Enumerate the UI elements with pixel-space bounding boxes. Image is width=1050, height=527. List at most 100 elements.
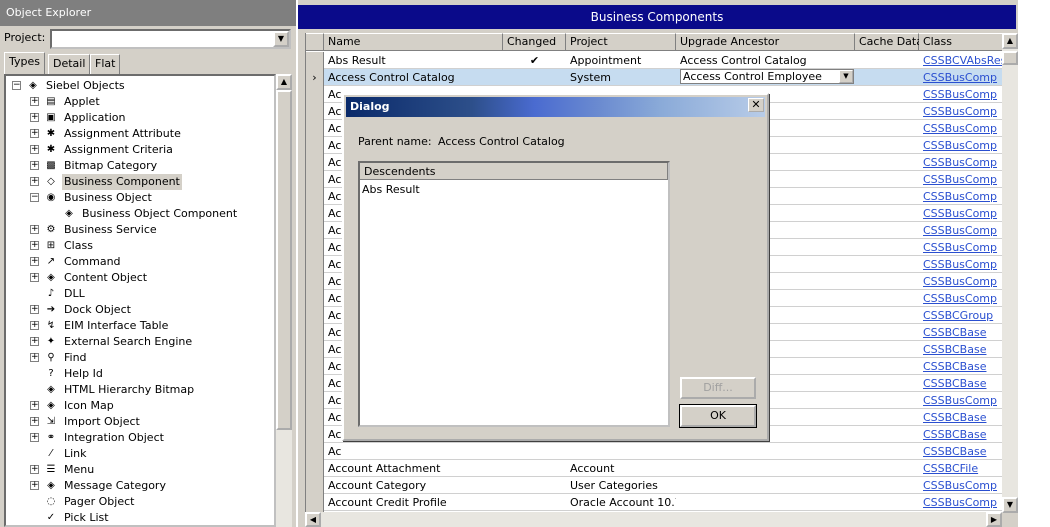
cell-class[interactable]: CSSBusComp xyxy=(919,205,1002,222)
expand-icon[interactable]: + xyxy=(30,433,39,442)
table-row[interactable]: Account Category User Categories CSSBusCom… xyxy=(306,477,1002,494)
expand-icon[interactable]: + xyxy=(30,257,39,266)
row-selector[interactable] xyxy=(306,375,324,392)
tree-node[interactable]: + ▤ Applet xyxy=(6,94,274,110)
row-selector[interactable] xyxy=(306,52,324,69)
tree-node[interactable]: + ⊞ Class xyxy=(6,238,274,254)
row-selector[interactable] xyxy=(306,358,324,375)
row-selector[interactable] xyxy=(306,324,324,341)
cell-class[interactable]: CSSBCBase xyxy=(919,443,1002,460)
row-selector[interactable] xyxy=(306,494,324,511)
row-selector[interactable] xyxy=(306,205,324,222)
row-selector[interactable] xyxy=(306,171,324,188)
chevron-down-icon[interactable]: ▼ xyxy=(273,31,289,47)
table-row[interactable]: Abs Result ✔ Appointment Access Control Cat… xyxy=(306,52,1002,69)
collapse-icon[interactable]: − xyxy=(30,193,39,202)
row-selector[interactable] xyxy=(306,239,324,256)
tab-types[interactable]: Types xyxy=(4,52,45,74)
table-row[interactable]: Account Attachment Account CSSBCFile xyxy=(306,460,1002,477)
scroll-right-icon[interactable]: ▶ xyxy=(986,512,1002,527)
expand-icon[interactable]: + xyxy=(30,321,39,330)
tree-node[interactable]: + ⚙ Business Service xyxy=(6,222,274,238)
row-selector[interactable] xyxy=(306,137,324,154)
cell-class[interactable]: CSSBCGroup xyxy=(919,307,1002,324)
expand-icon[interactable]: + xyxy=(30,273,39,282)
tree-node[interactable]: + ↯ EIM Interface Table xyxy=(6,318,274,334)
collapse-icon[interactable]: − xyxy=(12,81,21,90)
expand-icon[interactable]: + xyxy=(30,129,39,138)
cell-class[interactable]: CSSBusComp xyxy=(919,256,1002,273)
tree-node[interactable]: ◌ Pager Object xyxy=(6,494,274,510)
list-item[interactable]: Abs Result xyxy=(362,183,420,196)
row-selector[interactable] xyxy=(306,103,324,120)
expand-icon[interactable]: + xyxy=(30,241,39,250)
expand-icon[interactable]: + xyxy=(30,225,39,234)
expand-icon[interactable]: + xyxy=(30,465,39,474)
tree-node[interactable]: ✓ Pick List xyxy=(6,510,274,525)
tree-scrollbar[interactable]: ▲ xyxy=(276,74,292,527)
row-selector[interactable] xyxy=(306,307,324,324)
expand-icon[interactable]: + xyxy=(30,177,39,186)
column-header-project[interactable]: Project xyxy=(566,33,676,51)
scroll-left-icon[interactable]: ◀ xyxy=(305,512,321,527)
cell-class[interactable]: CSSBusComp xyxy=(919,120,1002,137)
tree-node[interactable]: + ⇲ Import Object xyxy=(6,414,274,430)
row-selector[interactable] xyxy=(306,443,324,460)
tree-node[interactable]: + ⚭ Integration Object xyxy=(6,430,274,446)
row-selector[interactable] xyxy=(306,188,324,205)
close-icon[interactable]: ✕ xyxy=(748,98,764,112)
expand-icon[interactable]: + xyxy=(30,417,39,426)
row-selector[interactable] xyxy=(306,120,324,137)
cell-class[interactable]: CSSBusComp xyxy=(919,494,1002,511)
grid-scroll-thumb[interactable] xyxy=(1002,51,1018,65)
scroll-up-icon[interactable]: ▲ xyxy=(276,74,292,90)
tree-node[interactable]: ◈ Business Object Component xyxy=(6,206,274,222)
row-selector[interactable] xyxy=(306,341,324,358)
table-row[interactable]: › Access Control Catalog System CSSBusComp A… xyxy=(306,69,1002,86)
row-selector[interactable] xyxy=(306,409,324,426)
diff-button[interactable]: Diff... xyxy=(680,377,756,399)
tree-node[interactable]: + ◈ Content Object xyxy=(6,270,274,286)
tab-detail[interactable]: Detail xyxy=(48,54,91,74)
current-row-arrow-icon[interactable]: › xyxy=(306,69,324,86)
tree-node[interactable]: + ✱ Assignment Attribute xyxy=(6,126,274,142)
cell-class[interactable]: CSSBusComp xyxy=(919,273,1002,290)
cell-class[interactable]: CSSBusComp xyxy=(919,392,1002,409)
tree-node[interactable]: + ▣ Application xyxy=(6,110,274,126)
cell-class[interactable]: CSSBCVAbsResu xyxy=(919,52,1002,69)
expand-icon[interactable]: + xyxy=(30,161,39,170)
tree-node[interactable]: ⁄ Link xyxy=(6,446,274,462)
expand-icon[interactable]: + xyxy=(30,305,39,314)
column-header-upgrade-ancestor[interactable]: Upgrade Ancestor xyxy=(676,33,855,51)
tree-node[interactable]: + ▩ Bitmap Category xyxy=(6,158,274,174)
expand-icon[interactable]: + xyxy=(30,113,39,122)
tree-node[interactable]: + ↗ Command xyxy=(6,254,274,270)
expand-icon[interactable]: + xyxy=(30,353,39,362)
cell-class[interactable]: CSSBusComp xyxy=(919,290,1002,307)
cell-class[interactable]: CSSBusComp xyxy=(919,171,1002,188)
tree-node[interactable]: − ◈ Siebel Objects xyxy=(6,78,274,94)
cell-class[interactable]: CSSBCFile xyxy=(919,460,1002,477)
tree-node[interactable]: ♪ DLL xyxy=(6,286,274,302)
project-select[interactable]: ▼ xyxy=(50,29,291,49)
cell-class[interactable]: CSSBusComp xyxy=(919,188,1002,205)
table-row[interactable]: Account Credit Profile Oracle Account 10.… xyxy=(306,494,1002,511)
descendents-list-header[interactable]: Descendents xyxy=(360,163,668,180)
column-header-name[interactable]: Name xyxy=(324,33,503,51)
expand-icon[interactable]: + xyxy=(30,401,39,410)
expand-icon[interactable]: + xyxy=(30,97,39,106)
expand-icon[interactable]: + xyxy=(30,481,39,490)
grid-horizontal-scrollbar[interactable]: ◀ ▶ xyxy=(305,512,1002,527)
row-selector[interactable] xyxy=(306,477,324,494)
tree-node[interactable]: ? Help Id xyxy=(6,366,274,382)
column-header-changed[interactable]: Changed xyxy=(503,33,566,51)
tree-node[interactable]: − ◉ Business Object xyxy=(6,190,274,206)
row-selector[interactable] xyxy=(306,460,324,477)
column-header-cache-data[interactable]: Cache Data xyxy=(855,33,923,51)
tree-node[interactable]: + ◈ Icon Map xyxy=(6,398,274,414)
cell-class[interactable]: CSSBCBase xyxy=(919,341,1002,358)
cell-class[interactable]: CSSBusComp xyxy=(919,103,1002,120)
grid-vertical-scrollbar[interactable]: ▲ ▼ xyxy=(1002,33,1018,513)
tree-node[interactable]: + ⚲ Find xyxy=(6,350,274,366)
row-selector[interactable] xyxy=(306,426,324,443)
